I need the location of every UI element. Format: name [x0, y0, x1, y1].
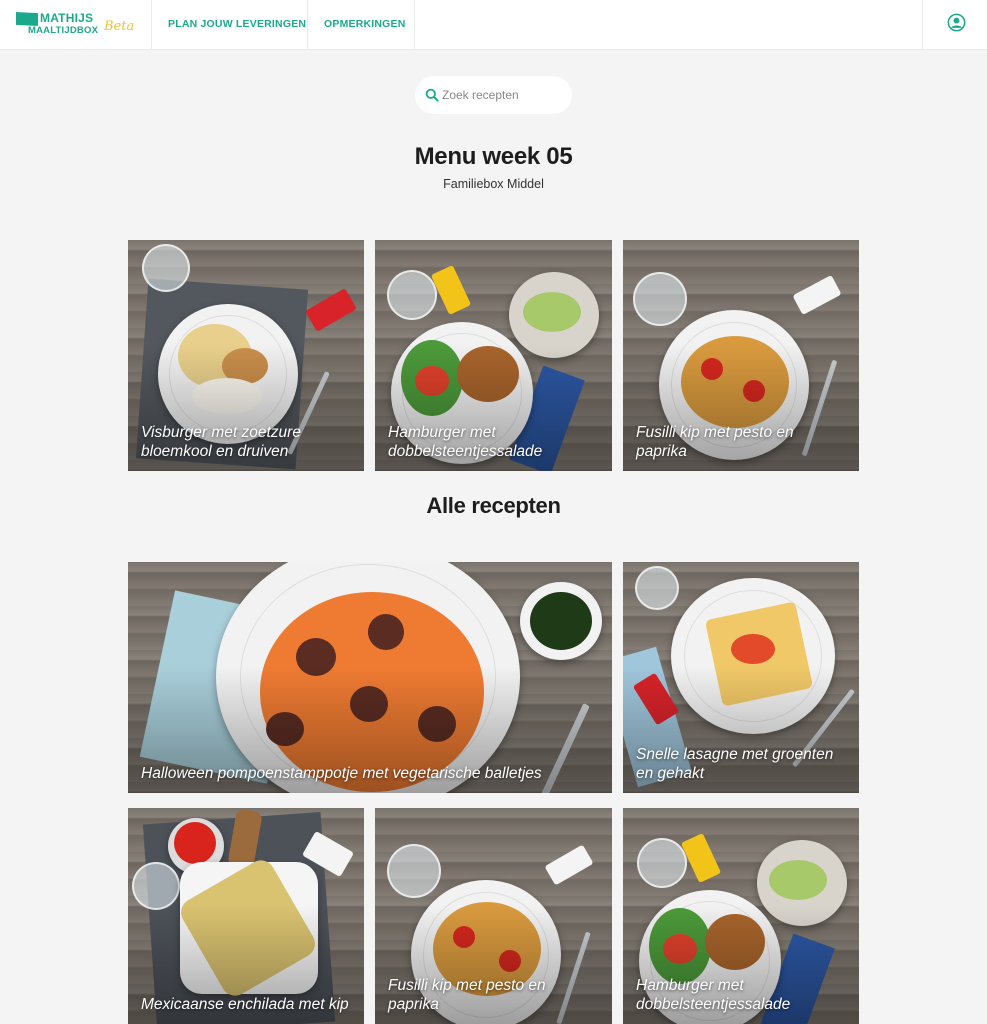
nav-divider	[414, 0, 415, 50]
box-subtitle: Familiebox Middel	[443, 177, 544, 191]
menu-week-title: Menu week 05	[414, 143, 573, 170]
logo-line-2: MAALTIJDBOX	[28, 25, 99, 36]
recipe-card[interactable]: Hamburger met dobbelsteentjessalade	[623, 808, 859, 1024]
recipe-title: Mexicaanse enchilada met kip	[141, 996, 349, 1013]
recipe-title: Snelle lasagne met groenten en gehakt	[636, 746, 834, 782]
recipe-title: Hamburger met dobbelsteentjessalade	[636, 977, 791, 1013]
logo-flag-icon	[16, 12, 38, 26]
recipe-title: Halloween pompoenstamppotje met vegetari…	[141, 765, 542, 782]
nav-plan-leveringen[interactable]: PLAN JOUW LEVERINGEN	[168, 18, 306, 30]
recipe-card[interactable]: Visburger met zoetzure bloemkool en drui…	[128, 240, 364, 471]
recipe-title: Visburger met zoetzure bloemkool en drui…	[141, 424, 301, 460]
top-navigation-bar: MATHIJS MAALTIJDBOX Beta PLAN JOUW LEVER…	[0, 0, 987, 50]
recipe-title: Hamburger met dobbelsteentjessalade	[388, 424, 543, 460]
brand-logo[interactable]: MATHIJS MAALTIJDBOX Beta	[16, 10, 152, 40]
nav-divider	[307, 0, 308, 50]
nav-divider	[151, 0, 152, 50]
recipe-card[interactable]: Fusilli kip met pesto en paprika	[375, 808, 612, 1024]
search-input[interactable]	[442, 84, 562, 106]
recipe-title: Fusilli kip met pesto en paprika	[636, 424, 794, 460]
logo-line-1: MATHIJS	[40, 11, 94, 25]
recipe-card-featured[interactable]: Halloween pompoenstamppotje met vegetari…	[128, 562, 612, 793]
beta-badge: Beta	[104, 19, 135, 34]
recipe-card[interactable]: Hamburger met dobbelsteentjessalade	[375, 240, 612, 471]
all-recipes-title: Alle recepten	[426, 493, 561, 518]
search-box[interactable]	[415, 76, 572, 114]
recipe-card[interactable]: Snelle lasagne met groenten en gehakt	[623, 562, 859, 793]
user-icon[interactable]	[947, 13, 966, 32]
recipe-title: Fusilli kip met pesto en paprika	[388, 977, 546, 1013]
recipe-card[interactable]: Mexicaanse enchilada met kip	[128, 808, 364, 1024]
search-icon	[425, 88, 439, 102]
nav-opmerkingen[interactable]: OPMERKINGEN	[324, 18, 406, 30]
recipe-card[interactable]: Fusilli kip met pesto en paprika	[623, 240, 859, 471]
nav-divider	[922, 0, 923, 50]
